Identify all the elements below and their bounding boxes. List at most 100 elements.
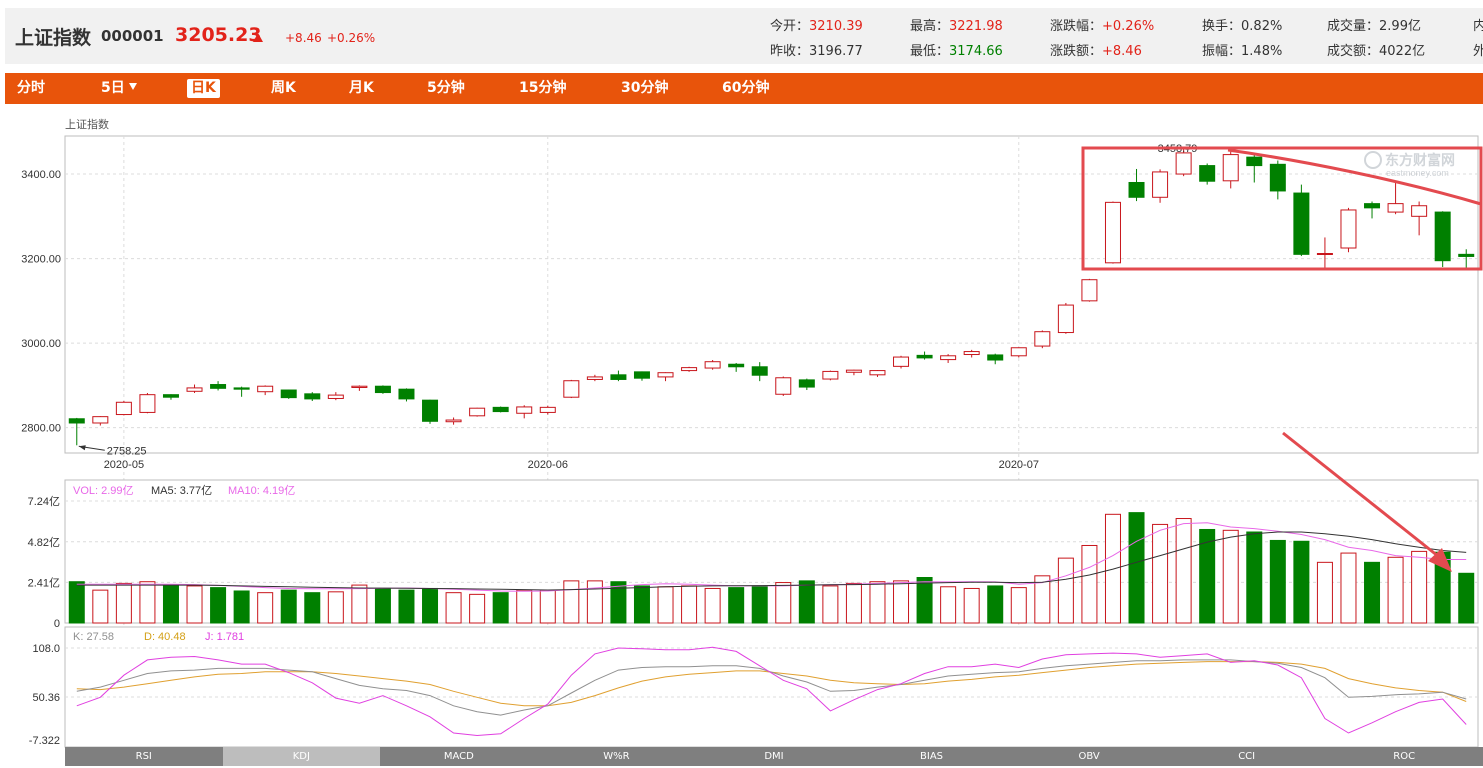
volume-bar — [563, 580, 580, 624]
candle-body — [916, 354, 933, 359]
candle — [1387, 182, 1404, 215]
stat-value: 1.48% — [1241, 44, 1283, 59]
price-y-tick-label: 2800.00 — [21, 423, 61, 435]
tab-1[interactable]: 5日 — [97, 79, 141, 98]
candle-body — [1175, 152, 1192, 175]
candle — [798, 378, 815, 391]
candle-body — [1246, 156, 1263, 167]
quote-header: 上证指数 000001 3205.23 +8.46 +0.26% 今开：3210… — [5, 8, 1483, 64]
volume-panel: 0 2.41亿 4.82亿 7.24亿 VOL: 2.99亿 MA5: 3.77亿 MA10… — [28, 479, 1479, 630]
volume-bar — [704, 587, 721, 624]
volume-bar — [963, 587, 980, 624]
candle — [1434, 211, 1451, 268]
watermark: 东方财富网eastmoney.com — [1364, 151, 1455, 178]
candle-body — [351, 385, 368, 388]
volume-bar — [1387, 556, 1404, 624]
stat-1-0: 最高：3221.98 — [910, 15, 1003, 34]
candle — [516, 405, 533, 419]
candle — [1458, 249, 1475, 270]
ma5-legend: MA5: 3.77亿 — [151, 484, 212, 497]
candle-body — [1104, 201, 1121, 264]
tab-label: 日K — [191, 80, 216, 96]
indicator-tab-8[interactable]: ROC — [1325, 747, 1483, 766]
candle — [775, 376, 792, 396]
price-panel: 上证指数 2800.00 3000.00 3200.00 3400.00 2020-05 2… — [21, 117, 1479, 745]
ma10-legend: MA10: 4.19亿 — [228, 484, 295, 497]
volume-bar — [115, 582, 132, 624]
stat-0-0: 今开：3210.39 — [770, 15, 863, 34]
indicator-tab-6[interactable]: OBV — [1010, 747, 1168, 766]
candle-body — [1411, 205, 1428, 217]
candle-body — [539, 406, 556, 413]
candle — [539, 405, 556, 415]
candle — [751, 362, 768, 382]
tab-2[interactable]: 日K — [187, 79, 220, 98]
candle-body — [374, 385, 391, 394]
tab-3[interactable]: 周K — [267, 79, 300, 98]
candle-body — [1199, 165, 1216, 182]
candle — [304, 392, 321, 402]
volume-bar — [304, 592, 321, 624]
candle — [704, 360, 721, 370]
candle — [68, 417, 85, 446]
volume-bar — [869, 581, 886, 624]
candle-body — [210, 384, 227, 389]
candle-body — [516, 406, 533, 414]
candle-body — [139, 394, 156, 413]
kdj-j-legend: J: 1.781 — [205, 631, 244, 643]
indicator-tab-0[interactable]: RSI — [65, 747, 223, 766]
indicator-tab-7[interactable]: CCI — [1168, 747, 1326, 766]
candle-body — [728, 363, 745, 368]
arrow-shaft — [1282, 431, 1444, 562]
tab-7[interactable]: 30分钟 — [617, 79, 672, 98]
tab-label: 分时 — [17, 80, 45, 96]
tab-6[interactable]: 15分钟 — [515, 79, 570, 98]
candle — [1128, 168, 1145, 202]
x-tick-label: 2020-05 — [104, 459, 144, 471]
tab-4[interactable]: 月K — [345, 79, 378, 98]
tab-label: 月K — [349, 80, 374, 96]
up-arrow-icon — [253, 33, 263, 42]
candle — [1364, 201, 1381, 219]
candle-body — [469, 407, 486, 417]
indicator-tab-4[interactable]: DMI — [695, 747, 853, 766]
volume-bar — [492, 592, 509, 624]
kdj-k-legend: K: 27.58 — [73, 631, 114, 643]
volume-bar — [257, 592, 274, 624]
volume-bar — [1010, 587, 1027, 624]
volume-bar — [1152, 523, 1169, 624]
indicator-tab-2[interactable]: MACD — [380, 747, 538, 766]
price-panel-title: 上证指数 — [65, 117, 109, 131]
candle-body — [869, 370, 886, 376]
candle-body — [586, 376, 603, 380]
indicator-tab-1[interactable]: KDJ — [222, 747, 381, 766]
candle — [1152, 169, 1169, 203]
tab-8[interactable]: 60分钟 — [718, 79, 773, 98]
candle — [186, 384, 203, 393]
stat-value: 4022亿 — [1379, 44, 1426, 59]
candle-body — [280, 389, 297, 399]
volume-y-tick-label: 2.41亿 — [28, 576, 60, 589]
min-price-label: 2758.25 — [107, 445, 147, 457]
candle — [1293, 184, 1310, 257]
volume-bar — [610, 581, 627, 624]
candle-body — [186, 387, 203, 392]
stat-cut-label: 外 — [1473, 44, 1483, 59]
volume-bar — [162, 585, 179, 624]
tab-0[interactable]: 分时 — [13, 79, 49, 98]
stat-label: 振幅： — [1202, 44, 1242, 59]
tab-5[interactable]: 5分钟 — [423, 79, 469, 98]
stat-cut-label: 内 — [1473, 19, 1483, 34]
stat-0-1: 昨收：3196.77 — [770, 40, 863, 59]
candle-body — [422, 399, 439, 422]
stat-value: 2.99亿 — [1379, 19, 1421, 34]
candle-body — [1057, 304, 1074, 334]
candle — [610, 370, 627, 382]
candle — [1222, 150, 1239, 189]
indicator-tab-3[interactable]: W%R — [538, 747, 696, 766]
stat-label: 今开： — [770, 19, 810, 34]
volume-bar — [822, 585, 839, 624]
stat-2-1: 涨跌额：+8.46 — [1050, 40, 1142, 59]
indicator-tab-5[interactable]: BIAS — [853, 747, 1011, 766]
tab-label: 周K — [271, 80, 296, 96]
